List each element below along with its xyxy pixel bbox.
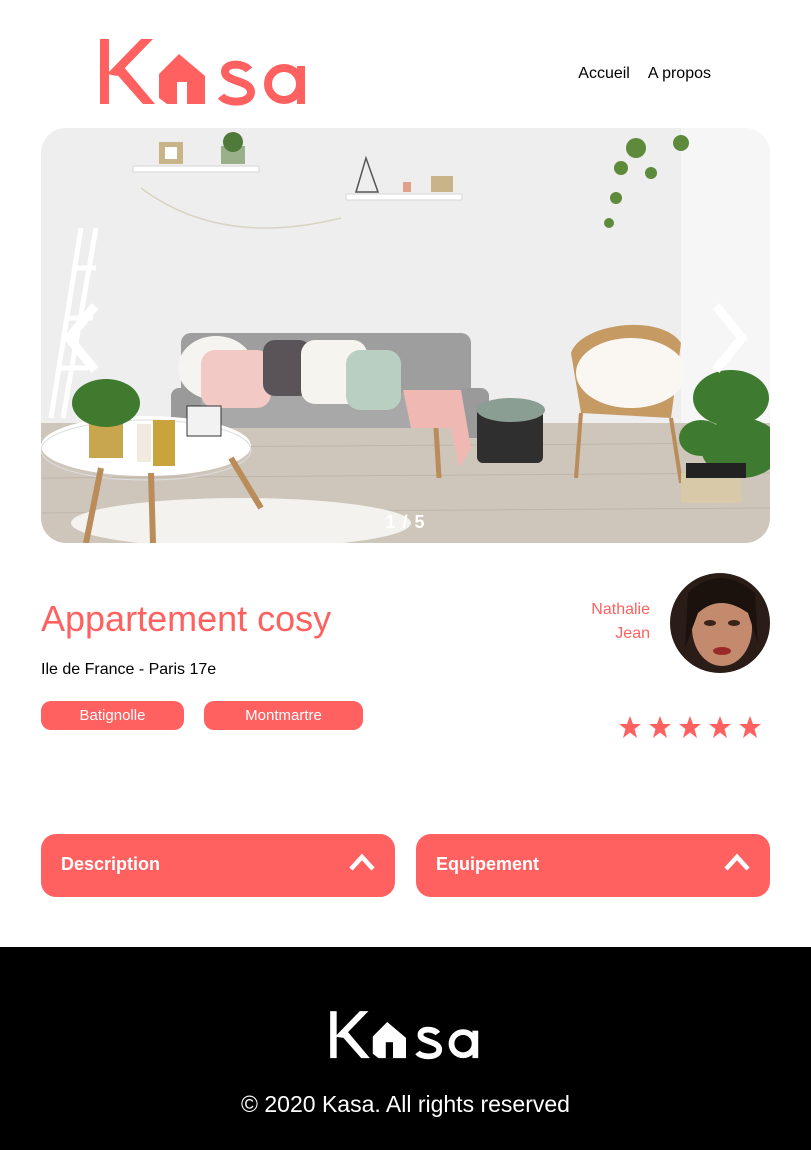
listing-title: Appartement cosy (41, 598, 332, 639)
next-image-button[interactable] (704, 298, 752, 378)
footer: © 2020 Kasa. All rights reserved (0, 947, 811, 1150)
collapse-label: Equipement (436, 854, 540, 874)
star-icon (679, 716, 701, 738)
description-collapse-button[interactable]: Description (41, 834, 395, 897)
equipement-collapse-button[interactable]: Equipement (416, 834, 770, 897)
image-counter: 1 / 5 (385, 512, 426, 532)
star-icon (649, 716, 671, 738)
tag: Batignolle (41, 701, 184, 730)
tag-list: Batignolle Montmartre (41, 701, 363, 730)
host-last-name: Jean (615, 625, 650, 642)
listing-location: Ile de France - Paris 17e (41, 661, 217, 678)
listing-photo (41, 128, 770, 543)
star-icon (619, 716, 641, 738)
kasa-logo (100, 39, 305, 106)
copyright-text: © 2020 Kasa. All rights reserved (241, 1091, 570, 1117)
star-icon (709, 716, 731, 738)
header: Accueil A propos (0, 0, 811, 128)
chevron-up-icon (724, 853, 750, 871)
host-first-name: Nathalie (591, 601, 650, 618)
star-icon (739, 716, 761, 738)
host-avatar (670, 573, 770, 673)
host-name: Nathalie Jean (591, 598, 650, 646)
chevron-up-icon (349, 853, 375, 871)
image-carousel: 1 / 5 (41, 128, 770, 543)
nav-link-accueil[interactable]: Accueil (578, 65, 630, 83)
rating-stars (618, 715, 762, 739)
tag: Montmartre (204, 701, 363, 730)
kasa-logo-footer (330, 1011, 479, 1060)
collapse-label: Description (61, 854, 161, 874)
previous-image-button[interactable] (59, 298, 107, 378)
nav-link-a-propos[interactable]: A propos (648, 65, 711, 83)
main-nav: Accueil A propos (578, 65, 711, 83)
